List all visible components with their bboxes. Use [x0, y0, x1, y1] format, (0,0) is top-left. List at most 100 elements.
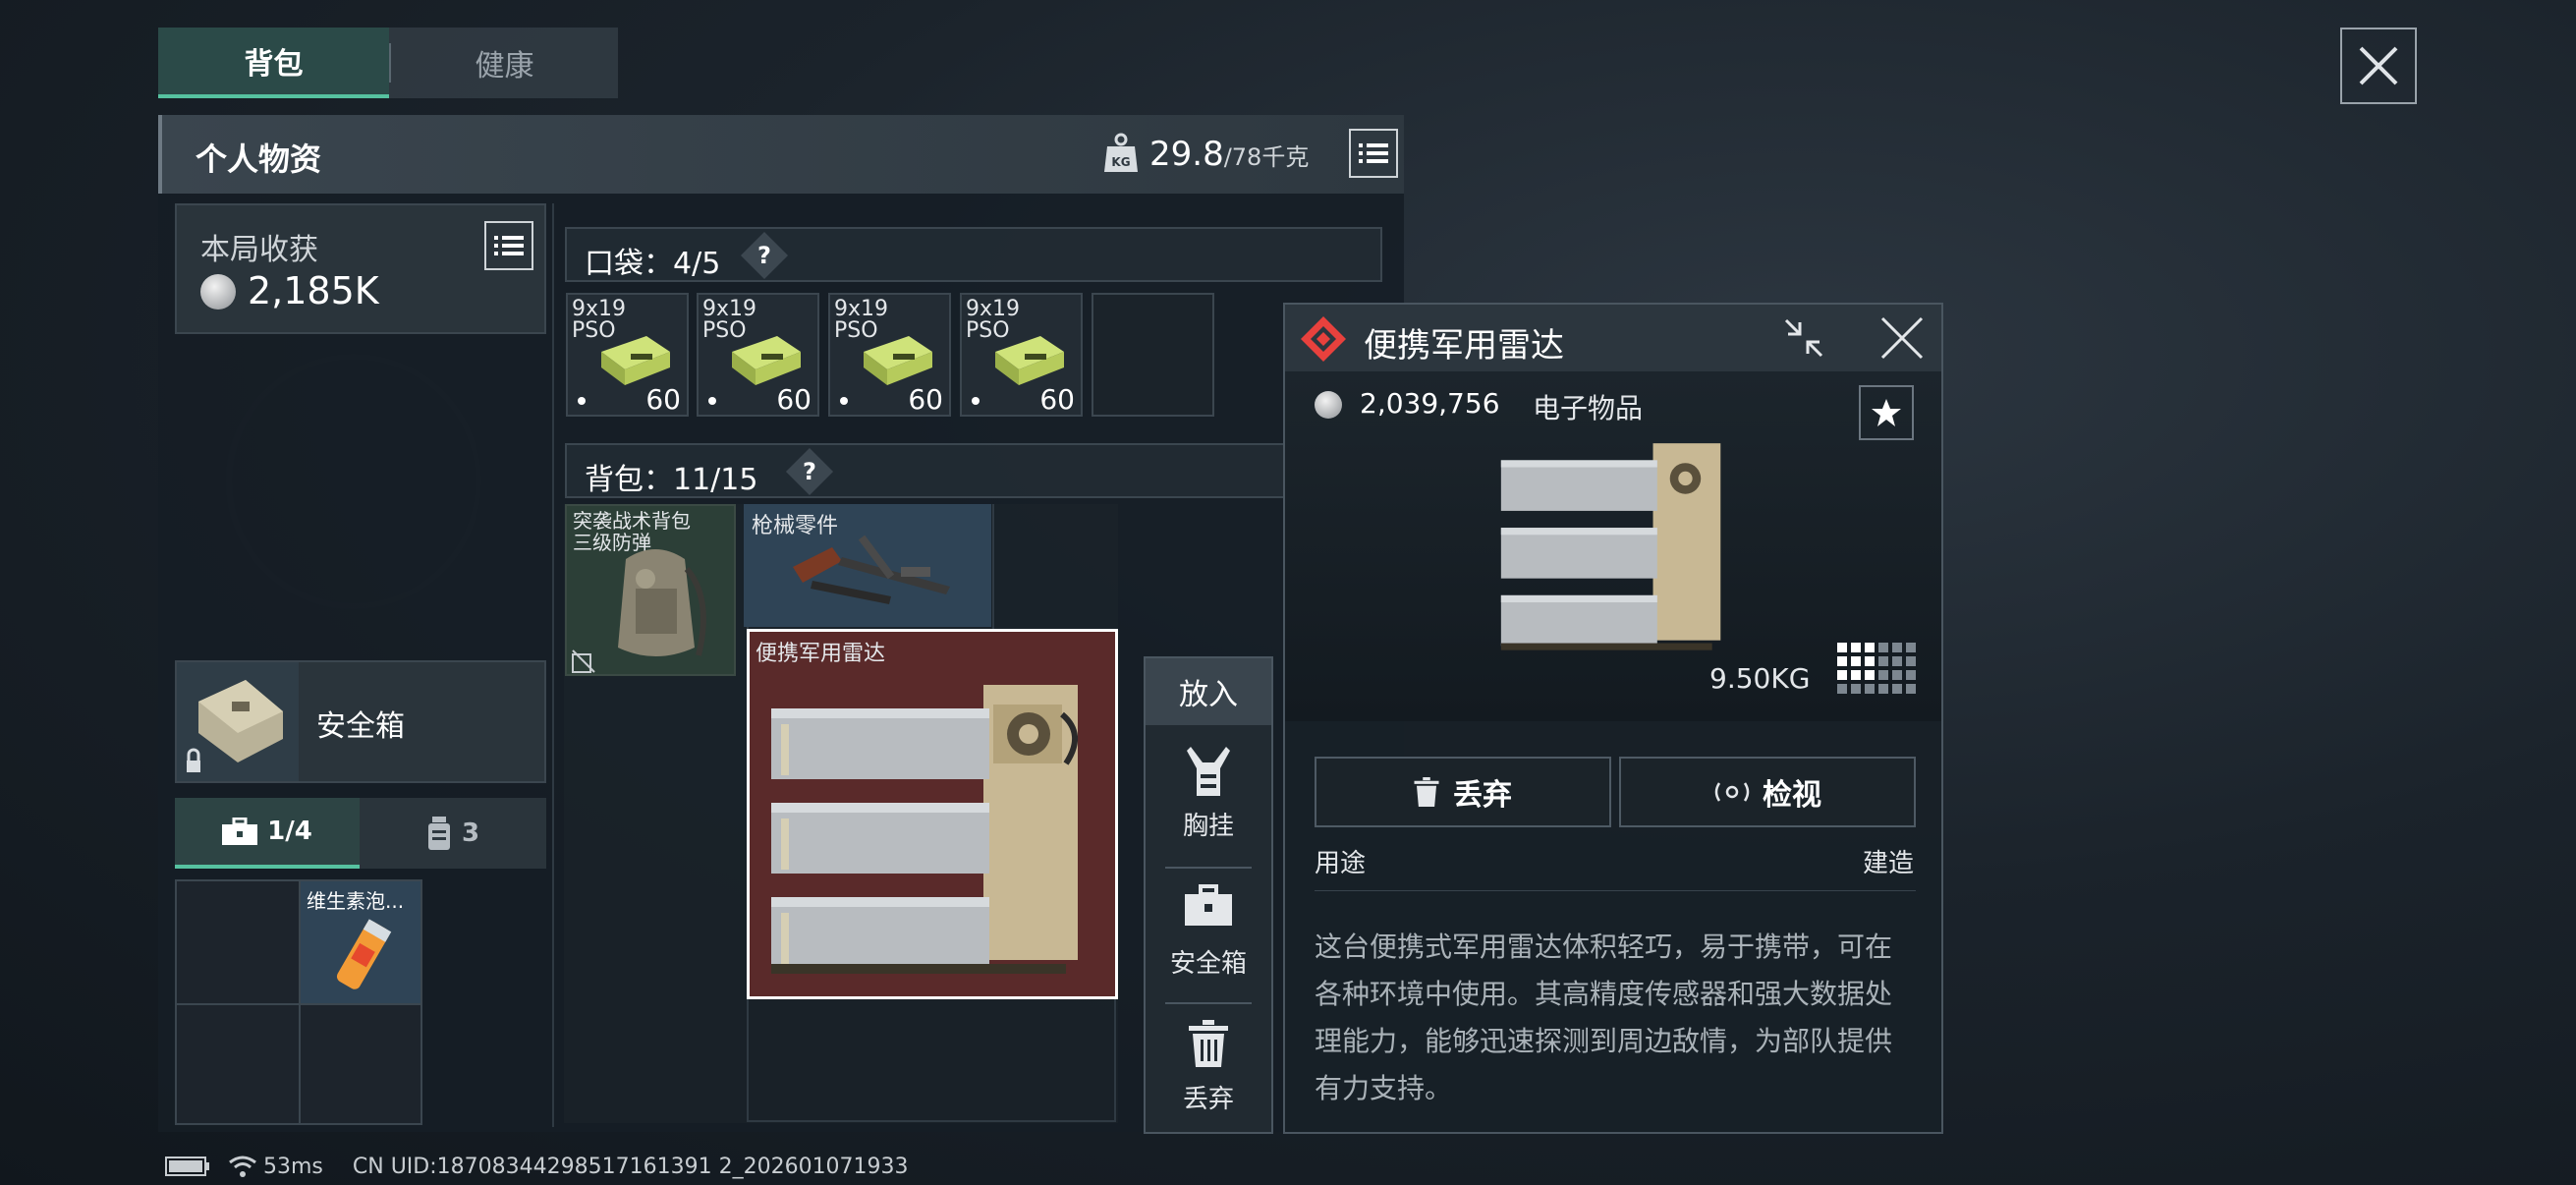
tab-health-label: 健康: [475, 49, 534, 84]
collapse-button[interactable]: [1782, 316, 1825, 360]
sub-tab-bottle[interactable]: 3: [360, 798, 546, 869]
sub-tab-toolbox-label: 1/4: [267, 817, 312, 846]
ammo-box-icon: [601, 336, 670, 385]
close-icon: [1880, 316, 1924, 360]
grid-divider: [177, 1003, 420, 1005]
inspect-eye-icon: [1714, 782, 1750, 802]
action-discard-button[interactable]: 丢弃: [1146, 1008, 1271, 1132]
inventory-header: 个人物资 KG 29.8/78千克: [158, 115, 1404, 194]
backpack-help-button[interactable]: ?: [785, 447, 834, 496]
detail-divider: [1315, 890, 1916, 891]
backpack-label: 背包：11/15: [585, 463, 758, 497]
collapse-icon: [1784, 318, 1823, 358]
ammo-box-icon: [995, 336, 1064, 385]
pocket-help-label: ?: [757, 241, 771, 269]
toolbox-icon: [222, 818, 258, 845]
detail-category: 电子物品: [1533, 392, 1644, 424]
coin-icon: [200, 274, 236, 310]
vitamin-item[interactable]: 维生素泡...: [301, 881, 420, 1003]
pocket-slot-empty[interactable]: [1092, 293, 1214, 417]
status-bar: 53ms CN UID:18708344298517161391 2_20260…: [165, 1152, 909, 1181]
safe-box-slot[interactable]: 安全箱: [175, 660, 546, 783]
gun-parts-item[interactable]: 枪械零件: [744, 504, 991, 627]
action-menu-title-label: 放入: [1179, 678, 1238, 712]
build-label: 建造: [1862, 849, 1914, 878]
sub-tab-toolbox[interactable]: 1/4: [175, 798, 360, 869]
ammo-box-icon: [732, 336, 801, 385]
grid-size-icon: [1837, 643, 1916, 694]
pocket-slot[interactable]: 9x19 PSO 60: [566, 293, 689, 417]
list-icon: [494, 236, 524, 255]
safe-box-label: 安全箱: [316, 709, 405, 744]
wifi-icon: [229, 1156, 256, 1177]
radar-preview-image: [1500, 443, 1721, 650]
action-chest-rig-label: 胸挂: [1182, 812, 1234, 841]
weight-icon: KG: [1103, 133, 1139, 174]
detail-weight: 9.50KG: [1709, 662, 1811, 695]
trash-icon: [1189, 1020, 1228, 1067]
pocket-header: 口袋：4/5 ?: [565, 227, 1382, 282]
column-divider: [552, 203, 554, 1127]
tab-bar: 背包 健康: [158, 28, 618, 98]
action-menu: 放入 胸挂 安全箱 丢弃: [1144, 656, 1273, 1134]
favorite-button[interactable]: [1859, 385, 1914, 440]
weight-max: /78千克: [1223, 143, 1310, 171]
weight-readout: 29.8/78千克: [1149, 135, 1309, 174]
pocket-slot[interactable]: 9x19 PSO 60: [960, 293, 1083, 417]
sub-tab-bar: 1/4 3: [175, 798, 546, 869]
discard-button[interactable]: 丢弃: [1315, 757, 1611, 827]
action-divider: [1165, 867, 1252, 869]
item-count: 60: [908, 383, 943, 416]
ammo-dot: [708, 397, 716, 405]
backpack-icon: [618, 549, 706, 656]
tab-backpack[interactable]: 背包: [158, 28, 389, 98]
earnings-value: 2,185K: [248, 269, 379, 312]
detail-title: 便携军用雷达: [1364, 326, 1564, 366]
page-title: 个人物资: [196, 141, 322, 178]
pocket-slot[interactable]: 9x19 PSO 60: [828, 293, 951, 417]
close-button[interactable]: [2340, 28, 2417, 104]
pocket-help-button[interactable]: ?: [740, 231, 789, 280]
ammo-dot: [578, 397, 586, 405]
sub-tab-bottle-label: 3: [461, 818, 480, 848]
detail-description: 这台便携式军用雷达体积轻巧，易于携带，可在各种环境中使用。其高精度传感器和强大数…: [1315, 931, 1893, 1104]
discard-button-label: 丢弃: [1453, 778, 1512, 813]
gun-parts-icon: [793, 535, 950, 604]
radar-item-selected[interactable]: 便携军用雷达: [747, 629, 1118, 999]
detail-header: 便携军用雷达: [1285, 305, 1941, 371]
trash-icon: [1414, 777, 1439, 807]
earnings-list-button[interactable]: [484, 221, 533, 270]
action-chest-rig-button[interactable]: 胸挂: [1146, 737, 1271, 861]
item-count: 60: [645, 383, 681, 416]
detail-price: 2,039,756: [1360, 387, 1500, 420]
action-safe-box-button[interactable]: 安全箱: [1146, 873, 1271, 996]
radar-icon: [771, 685, 1078, 974]
action-menu-title: 放入: [1146, 658, 1271, 725]
safe-box-icon: [177, 662, 299, 781]
chest-rig-icon: [1187, 747, 1230, 796]
ammo-dot: [972, 397, 980, 405]
weight-current: 29.8: [1149, 135, 1224, 174]
action-safe-box-label: 安全箱: [1169, 949, 1247, 979]
inspect-button[interactable]: 检视: [1619, 757, 1916, 827]
action-discard-label: 丢弃: [1182, 1085, 1234, 1114]
item-count: 60: [776, 383, 812, 416]
earnings-card: 本局收获 2,185K: [175, 203, 546, 334]
detail-close-button[interactable]: [1878, 314, 1926, 362]
grid-line: [992, 504, 994, 632]
star-icon: [1872, 399, 1901, 426]
item-name: 维生素泡...: [307, 889, 405, 913]
vitamin-tube-icon: [336, 919, 392, 989]
svg-text:KG: KG: [1111, 155, 1130, 169]
sub-grid: 维生素泡...: [175, 879, 422, 1125]
item-name: 便携军用雷达: [756, 642, 886, 666]
sort-list-button[interactable]: [1349, 129, 1398, 178]
battery-icon: [165, 1157, 209, 1176]
close-icon: [2359, 46, 2398, 85]
tab-health[interactable]: 健康: [391, 28, 618, 98]
action-divider: [1165, 1002, 1252, 1004]
tactical-backpack-item[interactable]: 突袭战术背包 三级防弹: [565, 504, 736, 676]
tab-backpack-label: 背包: [244, 47, 304, 82]
ammo-dot: [840, 397, 848, 405]
pocket-slot[interactable]: 9x19 PSO 60: [697, 293, 819, 417]
